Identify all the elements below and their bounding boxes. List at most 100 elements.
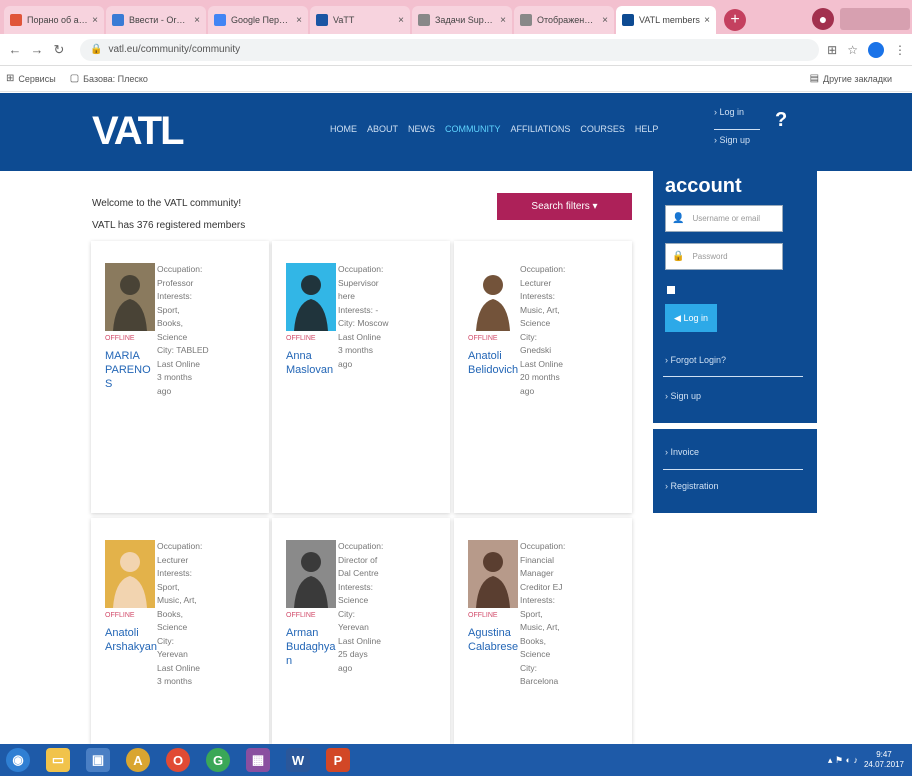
member-name-link[interactable]: Agustina Calabrese — [468, 626, 520, 654]
sidebar-link-invoice[interactable]: › Invoice — [665, 447, 699, 457]
start-icon[interactable]: ◉ — [6, 748, 30, 772]
member-info: Occupation: Lecturer Interests: Music, Art,… — [520, 263, 572, 398]
window-control-buttons[interactable] — [840, 8, 910, 30]
other-bookmarks[interactable]: ▤ Другие закладки — [810, 73, 892, 84]
status-badge: OFFLINE — [105, 612, 135, 619]
explorer-icon[interactable]: ▭ — [46, 748, 70, 772]
member-name-link[interactable]: Anatoli Arshakyan — [105, 626, 157, 654]
member-info-line: Last Online — [157, 662, 200, 673]
lock-icon: 🔒 — [672, 251, 685, 262]
nav-news[interactable]: NEWS — [408, 124, 435, 134]
member-card[interactable]: Occupation: Lecturer Interests: Sport, Music… — [91, 518, 269, 744]
member-info-line: ago — [157, 385, 172, 396]
member-photo[interactable] — [105, 540, 155, 608]
browser-tab[interactable]: Отображение и с × — [514, 6, 614, 34]
close-tab-icon[interactable]: × — [194, 15, 200, 26]
member-info-line: Occupation: — [338, 541, 384, 551]
member-photo[interactable] — [105, 263, 155, 331]
sidebar-link-registration[interactable]: › Registration — [665, 481, 719, 491]
nav-about[interactable]: ABOUT — [367, 124, 398, 134]
nav-help[interactable]: HELP — [635, 124, 659, 134]
header-login-link[interactable]: › Log in — [714, 107, 750, 117]
member-info-line: ago — [520, 385, 535, 396]
browser-tab[interactable]: VATL members × — [616, 6, 716, 34]
forward-icon[interactable]: → — [28, 42, 46, 57]
member-name-link[interactable]: Anatoli Belidovich — [468, 349, 520, 377]
page-icon: ▢ — [69, 73, 80, 84]
member-info-line: Interests: — [520, 291, 555, 301]
close-tab-icon[interactable]: × — [398, 15, 404, 26]
member-name-link[interactable]: MARIA PARENOS — [105, 349, 157, 391]
sidebar-signup-link[interactable]: › Sign up — [665, 391, 701, 401]
member-card[interactable]: Occupation: Director of Dal Centre Interest… — [272, 518, 450, 744]
login-button[interactable]: ◀ Log in — [665, 304, 717, 332]
member-info-line: Supervisor — [338, 277, 379, 288]
sidebar-links-panel: › Invoice › Registration — [653, 429, 817, 513]
close-tab-icon[interactable]: × — [296, 15, 302, 26]
chrome-icon[interactable]: G — [206, 748, 230, 772]
apps-icon: ⊞ — [6, 73, 15, 84]
member-card[interactable]: Occupation: Supervisor here Interests: - Cit… — [272, 241, 450, 513]
bookmark-page[interactable]: ▢ Базова: Плеско — [70, 73, 148, 84]
close-tab-icon[interactable]: × — [500, 15, 506, 26]
close-tab-icon[interactable]: × — [92, 15, 98, 26]
member-card[interactable]: Occupation: Lecturer Interests: Music, Art,… — [454, 241, 632, 513]
translate-icon[interactable]: ⊞ — [827, 43, 837, 57]
username-field[interactable]: 👤 Username or email — [665, 205, 783, 232]
nav-home[interactable]: HOME — [330, 124, 357, 134]
browser-tab[interactable]: Ввести - Orderyou × — [106, 6, 206, 34]
browser-tab[interactable]: Google Переводчик × — [208, 6, 308, 34]
member-card[interactable]: Occupation: Professor Interests: Sport, Book… — [91, 241, 269, 513]
reload-icon[interactable]: ↻ — [50, 42, 68, 58]
bookmark-apps[interactable]: ⊞ Сервисы — [6, 73, 56, 84]
bookmark-star-icon[interactable]: ☆ — [847, 43, 858, 57]
back-icon[interactable]: ← — [6, 42, 24, 57]
app-icon[interactable]: A — [126, 748, 150, 772]
bookmark-label: Сервисы — [18, 73, 56, 84]
password-field[interactable]: 🔒 Password — [665, 243, 783, 270]
status-badge: OFFLINE — [468, 612, 498, 619]
menu-icon[interactable]: ⋮ — [894, 43, 906, 57]
member-info-line: Last Online — [338, 331, 381, 342]
nav-community[interactable]: COMMUNITY — [445, 124, 501, 134]
member-photo[interactable] — [468, 263, 518, 331]
lock-icon: 🔒 — [90, 44, 103, 55]
member-count: VATL has 376 registered members — [92, 220, 246, 231]
member-info-line: Occupation: — [157, 541, 203, 551]
member-photo[interactable] — [286, 540, 336, 608]
powerpoint-icon[interactable]: P — [326, 748, 350, 772]
member-info-line: Science — [157, 331, 188, 342]
forgot-login-link[interactable]: › Forgot Login? — [665, 355, 726, 365]
browser-tab[interactable]: VaTT × — [310, 6, 410, 34]
browser-tab[interactable]: Задачи Support vs× — [412, 6, 512, 34]
opera-icon[interactable]: O — [166, 748, 190, 772]
member-name-link[interactable]: Anna Maslovan — [286, 349, 338, 377]
member-info-line: Books, — [157, 318, 183, 328]
member-info-line: Occupation: — [157, 264, 203, 274]
member-photo[interactable] — [286, 263, 336, 331]
member-card[interactable]: Occupation: Financial Manager Creditor EJ In… — [454, 518, 632, 744]
nav-affiliations[interactable]: AFFILIATIONS — [511, 124, 571, 134]
clock[interactable]: 9:47 24.07.2017 — [864, 750, 904, 770]
account-avatar-icon[interactable] — [868, 41, 884, 58]
browser-tab[interactable]: Порано об акции × — [4, 6, 104, 34]
auth-links: › Log in › Sign up — [714, 107, 760, 163]
nav-courses[interactable]: COURSES — [580, 124, 625, 134]
profile-icon[interactable]: ● — [812, 8, 834, 30]
search-filters-button[interactable]: Search filters ▾ — [497, 193, 632, 220]
help-icon[interactable]: ? — [775, 109, 787, 132]
url-input[interactable]: 🔒 vatl.eu/community/community — [80, 38, 820, 61]
header-signup-link[interactable]: › Sign up — [714, 135, 750, 145]
close-tab-icon[interactable]: × — [704, 15, 710, 26]
close-tab-icon[interactable]: × — [602, 15, 608, 26]
vatl-logo[interactable]: VATL — [92, 109, 184, 154]
tray-icons[interactable]: ▴ ⚑ ◐ ♪ — [828, 755, 858, 766]
new-tab-button[interactable]: + — [724, 9, 746, 31]
save-app-icon[interactable]: ▣ — [86, 748, 110, 772]
member-info-line: 3 months — [157, 372, 192, 382]
remember-checkbox[interactable] — [667, 286, 675, 294]
member-photo[interactable] — [468, 540, 518, 608]
word-icon[interactable]: W — [286, 748, 310, 772]
archive-icon[interactable]: ▦ — [246, 748, 270, 772]
member-name-link[interactable]: Arman Budaghyan — [286, 626, 338, 668]
